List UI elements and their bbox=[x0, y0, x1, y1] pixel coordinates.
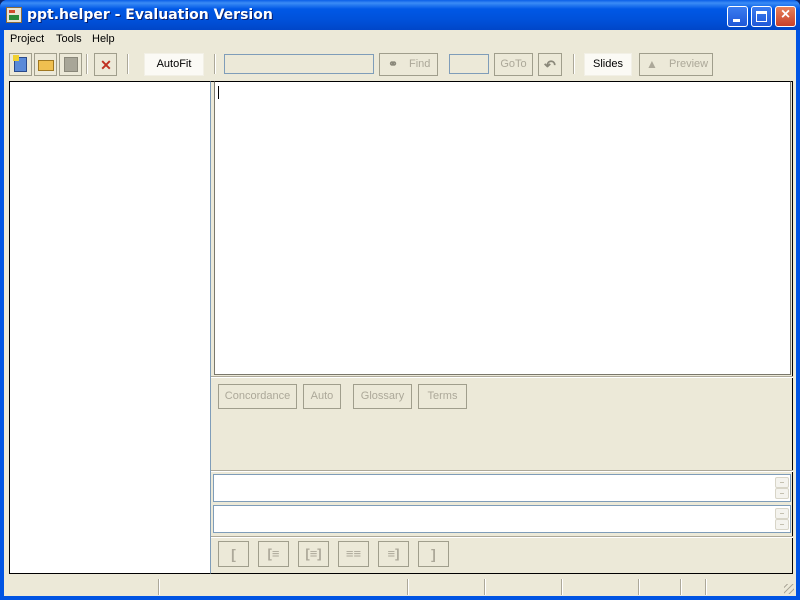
toolbar-separator bbox=[573, 54, 575, 74]
status-separator bbox=[407, 579, 409, 595]
toolbar: ✕ AutoFit ⚭ Find GoTo ↶ Slides ▲ Preview bbox=[4, 49, 796, 79]
scroll-up-button[interactable] bbox=[775, 477, 789, 488]
text-caret bbox=[218, 86, 219, 99]
text-editor[interactable] bbox=[214, 81, 791, 375]
menu-project[interactable]: Project bbox=[10, 33, 44, 45]
status-separator bbox=[680, 579, 682, 595]
segment-previous-icon: [≡ bbox=[267, 546, 280, 561]
sparkle-icon bbox=[13, 55, 19, 61]
find-button[interactable]: ⚭ Find bbox=[379, 53, 438, 76]
new-project-button[interactable] bbox=[9, 53, 32, 76]
close-button[interactable]: × bbox=[775, 6, 796, 27]
resize-grip[interactable] bbox=[784, 584, 794, 594]
concordance-tab-button[interactable]: Concordance bbox=[218, 384, 297, 409]
status-bar bbox=[4, 576, 796, 596]
toolbar-separator bbox=[127, 54, 129, 74]
undo-icon: ↶ bbox=[544, 57, 556, 73]
menu-bar: Project Tools Help bbox=[4, 30, 796, 49]
save-button[interactable] bbox=[59, 53, 82, 76]
segment-first-button[interactable]: [ bbox=[218, 541, 249, 567]
tools-icon: ✕ bbox=[100, 57, 112, 73]
toolbar-separator bbox=[86, 54, 88, 74]
glossary-tab-button[interactable]: Glossary bbox=[353, 384, 412, 409]
panel-divider bbox=[211, 536, 793, 538]
maximize-button[interactable] bbox=[751, 6, 772, 27]
segment-previous-button[interactable]: [≡ bbox=[258, 541, 289, 567]
tools-button[interactable]: ✕ bbox=[94, 53, 117, 76]
segment-copy-next-button[interactable]: ≡≡ bbox=[338, 541, 369, 567]
find-label: Find bbox=[409, 58, 431, 70]
undo-button[interactable]: ↶ bbox=[538, 53, 562, 76]
close-icon: × bbox=[780, 6, 791, 23]
minimize-icon bbox=[733, 19, 740, 22]
segment-first-icon: [ bbox=[231, 546, 236, 562]
scroll-down-button[interactable] bbox=[775, 519, 789, 530]
save-icon bbox=[64, 57, 78, 72]
segment-last-button[interactable]: ] bbox=[418, 541, 449, 567]
goto-button[interactable]: GoTo bbox=[494, 53, 533, 76]
client-area: Project Tools Help ✕ AutoFit ⚭ Find GoTo… bbox=[4, 30, 796, 596]
status-separator bbox=[638, 579, 640, 595]
status-separator bbox=[561, 579, 563, 595]
binoculars-icon: ⚭ bbox=[387, 57, 399, 71]
maximize-icon bbox=[756, 11, 767, 22]
segment-last-icon: ] bbox=[431, 546, 436, 562]
slides-button[interactable]: Slides bbox=[584, 53, 632, 76]
segment-copy-previous-icon: [≡] bbox=[305, 546, 322, 561]
title-bar[interactable]: ppt.helper - Evaluation Version × bbox=[0, 0, 800, 30]
target-text-box[interactable] bbox=[213, 505, 791, 533]
status-separator bbox=[158, 579, 160, 595]
search-input[interactable] bbox=[224, 54, 374, 74]
segment-next-button[interactable]: ≡] bbox=[378, 541, 409, 567]
status-separator bbox=[484, 579, 486, 595]
panel-divider[interactable] bbox=[211, 470, 793, 472]
scroll-down-button[interactable] bbox=[775, 488, 789, 499]
panel-divider[interactable] bbox=[211, 376, 793, 378]
source-text-box[interactable] bbox=[213, 474, 791, 502]
autofit-button[interactable]: AutoFit bbox=[144, 53, 204, 76]
terms-tab-button[interactable]: Terms bbox=[418, 384, 467, 409]
open-button[interactable] bbox=[34, 53, 57, 76]
preview-label: Preview bbox=[669, 58, 709, 70]
preview-button[interactable]: ▲ Preview bbox=[639, 53, 713, 76]
slides-tree-panel[interactable] bbox=[9, 81, 211, 574]
status-separator bbox=[705, 579, 707, 595]
app-icon bbox=[6, 7, 22, 23]
menu-help[interactable]: Help bbox=[92, 33, 115, 45]
minimize-button[interactable] bbox=[727, 6, 748, 27]
segment-copy-next-icon: ≡≡ bbox=[345, 546, 362, 561]
segment-next-icon: ≡] bbox=[387, 546, 400, 561]
preview-icon: ▲ bbox=[646, 57, 658, 71]
open-folder-icon bbox=[38, 60, 54, 71]
menu-tools[interactable]: Tools bbox=[56, 33, 82, 45]
toolbar-separator bbox=[214, 54, 216, 74]
segment-copy-previous-button[interactable]: [≡] bbox=[298, 541, 329, 567]
goto-input[interactable] bbox=[449, 54, 489, 74]
app-window: ppt.helper - Evaluation Version × Projec… bbox=[0, 0, 800, 600]
scroll-up-button[interactable] bbox=[775, 508, 789, 519]
window-title: ppt.helper - Evaluation Version bbox=[27, 7, 273, 23]
auto-tab-button[interactable]: Auto bbox=[303, 384, 341, 409]
